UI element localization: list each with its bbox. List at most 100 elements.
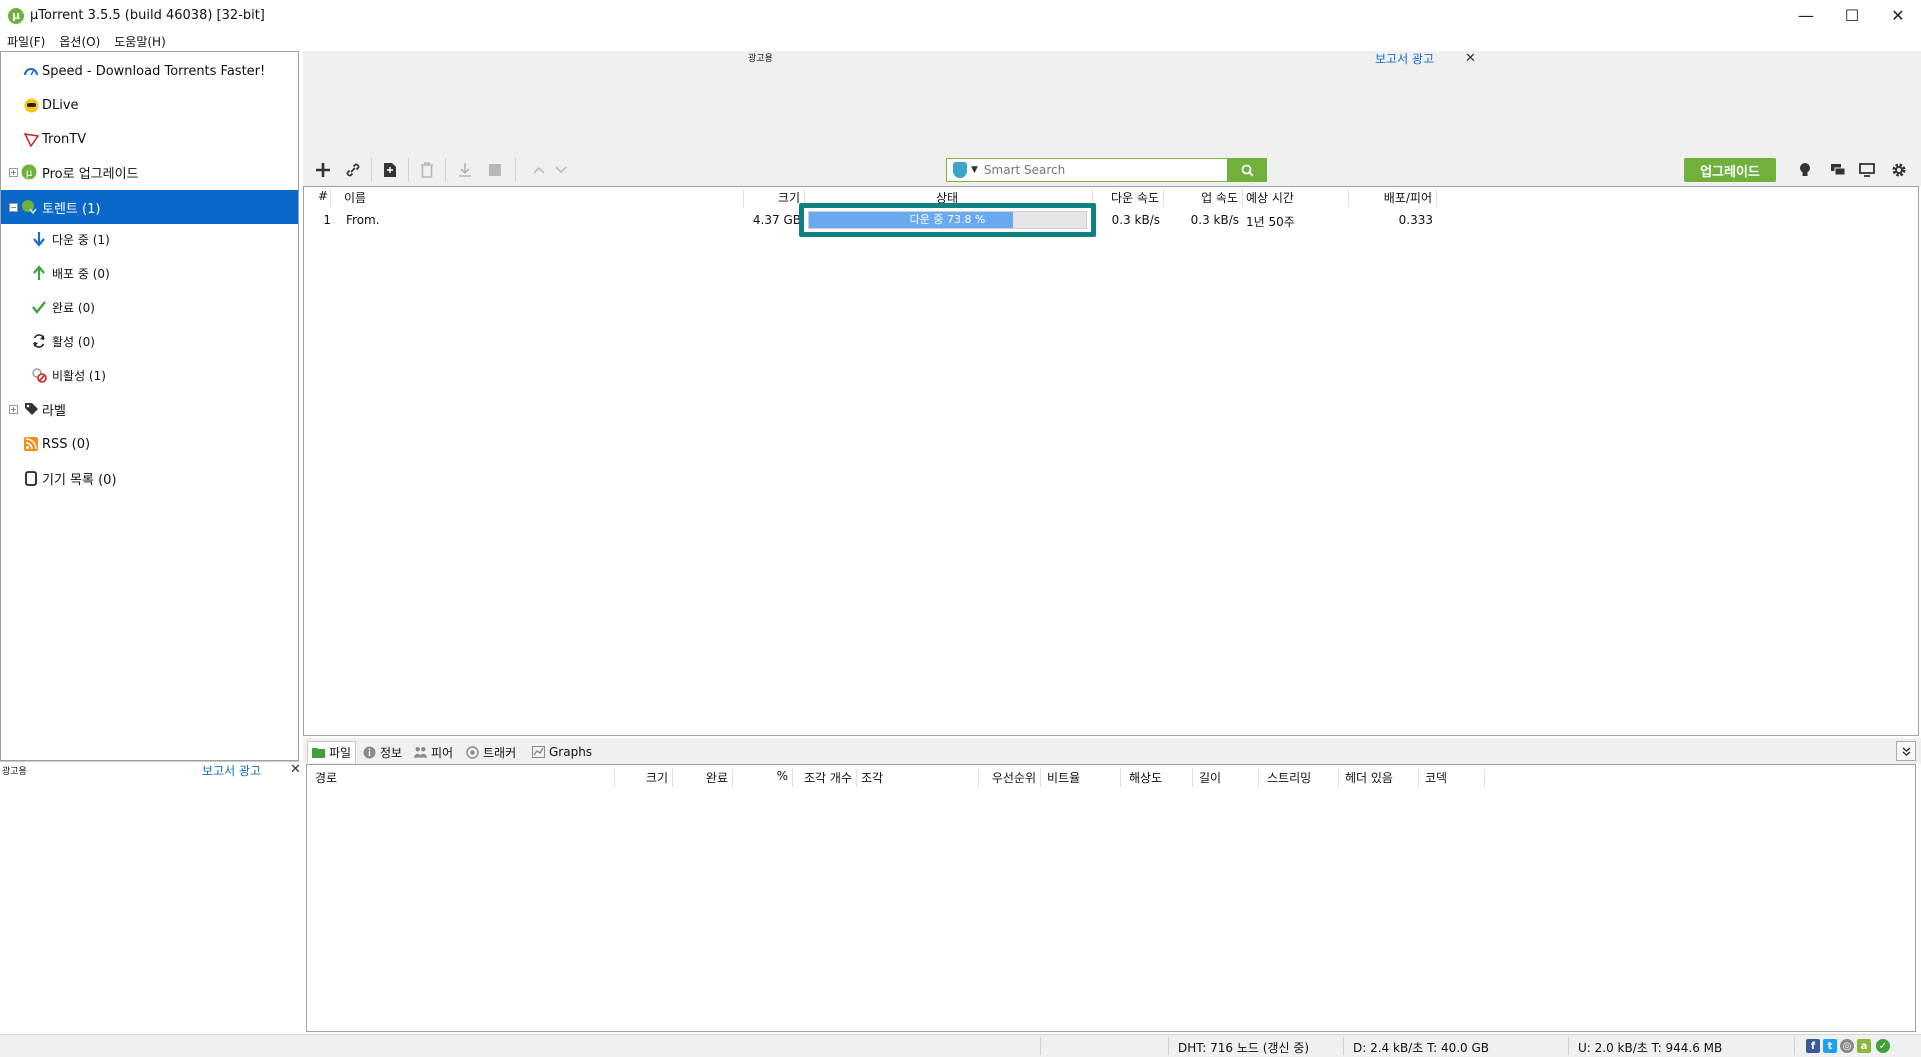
report-ad-link[interactable]: 보고서 광고 [1375, 50, 1434, 67]
remove-button[interactable] [415, 158, 439, 182]
column-codec[interactable]: 코덱 [1421, 769, 1485, 787]
tab-peers[interactable]: 피어 [410, 741, 457, 763]
details-tabs: 파일 정보 피어 트래커 Graphs [303, 738, 1921, 764]
feature-tips-button[interactable] [1793, 158, 1817, 182]
column-name[interactable]: 이름 [344, 189, 744, 207]
add-torrent-button[interactable] [311, 158, 335, 182]
maximize-button[interactable]: ☐ [1829, 0, 1875, 31]
column-bitrate[interactable]: 비트율 [1043, 769, 1121, 787]
sidebar-item-downloading[interactable]: 다운 중 (1) [1, 224, 298, 254]
status-text: 다운 중 73.8 % [909, 213, 986, 226]
sidebar-item-active[interactable]: 활성 (0) [1, 326, 298, 356]
utorrent-pro-icon: µ [21, 164, 37, 180]
sidebar-item-inactive[interactable]: 비활성 (1) [1, 360, 298, 390]
sidebar-item-speed[interactable]: Speed - Download Torrents Faster! [1, 56, 298, 86]
chat-button[interactable] [1826, 158, 1850, 182]
caret-down-icon[interactable]: ▼ [971, 165, 978, 175]
close-button[interactable]: ✕ [1875, 0, 1921, 31]
sidebar-item-label: RSS (0) [42, 436, 91, 452]
search-input[interactable] [983, 163, 1214, 177]
stop-button[interactable] [483, 158, 507, 182]
column-size[interactable]: 크기 [745, 189, 805, 207]
twitter-icon[interactable]: t [1823, 1039, 1837, 1053]
sidebar-item-devices[interactable]: 기기 목록 (0) [1, 463, 298, 493]
upgrade-button[interactable]: 업그레이드 [1684, 158, 1776, 182]
chevron-double-down-icon [1902, 747, 1910, 756]
close-ad-button[interactable]: ✕ [290, 762, 301, 777]
column-pieces-count[interactable]: 조각 개수 [795, 769, 857, 787]
search-icon [1241, 164, 1254, 177]
column-pieces[interactable]: 조각 [859, 769, 979, 787]
sidebar-item-pro-upgrade[interactable]: + µ Pro로 업그레이드 [1, 157, 298, 187]
column-resolution[interactable]: 해상도 [1123, 769, 1193, 787]
sidebar-item-torrents[interactable]: − 토렌트 (1) [1, 190, 298, 224]
smart-search-box[interactable]: ▼ [946, 158, 1230, 182]
android-icon[interactable]: a [1857, 1039, 1871, 1053]
globe-icon[interactable]: ◎ [1840, 1039, 1854, 1053]
create-torrent-button[interactable] [378, 158, 402, 182]
sidebar-ad: 광고용 보고서 광고 ✕ [0, 761, 301, 1028]
minimize-button[interactable]: — [1783, 0, 1829, 31]
sidebar-item-rss[interactable]: RSS (0) [1, 429, 298, 459]
column-priority[interactable]: 우선순위 [981, 769, 1041, 787]
column-size[interactable]: 크기 [617, 769, 673, 787]
column-down-speed[interactable]: 다운 속도 [1094, 189, 1164, 207]
sidebar-item-completed[interactable]: 완료 (0) [1, 292, 298, 322]
column-streaming[interactable]: 스트리밍 [1261, 769, 1339, 787]
tab-label: 피어 [431, 745, 454, 760]
sidebar-item-trontv[interactable]: TronTV [1, 124, 298, 154]
menu-file[interactable]: 파일(F) [0, 33, 52, 50]
top-ad-banner: 광고용 보고서 광고 ✕ [303, 51, 1921, 154]
menu-bar: 파일(F) 옵션(O) 도움말(H) [0, 31, 173, 51]
dht-status: DHT: 716 노드 (갱신 중) [1178, 1041, 1310, 1055]
window-title: µTorrent 3.5.5 (build 46038) [32-bit] [30, 8, 265, 23]
sidebar-item-label: DLive [42, 97, 79, 113]
column-has-header[interactable]: 헤더 있음 [1341, 769, 1419, 787]
add-link-button[interactable] [341, 158, 365, 182]
move-up-button[interactable] [527, 158, 551, 182]
menu-options[interactable]: 옵션(O) [52, 33, 107, 50]
column-length[interactable]: 길이 [1195, 769, 1259, 787]
sidebar: Speed - Download Torrents Faster! DLive … [0, 51, 299, 761]
trash-icon [421, 162, 433, 178]
column-number[interactable]: # [318, 189, 331, 207]
row-number: 1 [323, 213, 331, 227]
column-eta[interactable]: 예상 시간 [1246, 189, 1349, 207]
facebook-icon[interactable]: f [1806, 1039, 1820, 1053]
report-ad-link[interactable]: 보고서 광고 [202, 762, 261, 779]
column-completed[interactable]: 완료 [675, 769, 733, 787]
tab-graphs[interactable]: Graphs [528, 741, 596, 763]
start-download-button[interactable] [453, 158, 477, 182]
ratio: 0.333 [1398, 213, 1433, 227]
column-up-speed[interactable]: 업 속도 [1165, 189, 1243, 207]
expand-icon[interactable]: + [9, 404, 18, 414]
sidebar-item-seeding[interactable]: 배포 중 (0) [1, 258, 298, 288]
expand-icon[interactable]: + [9, 167, 18, 177]
collapse-details-button[interactable] [1896, 741, 1916, 761]
settings-button[interactable] [1887, 158, 1911, 182]
column-percent[interactable]: % [735, 769, 793, 787]
status-ok-icon[interactable]: ✓ [1876, 1039, 1890, 1053]
tab-files[interactable]: 파일 [307, 741, 357, 763]
collapse-icon[interactable]: − [9, 202, 18, 212]
peers-icon [414, 746, 427, 759]
sidebar-item-label: Pro로 업그레이드 [42, 166, 139, 182]
close-ad-button[interactable]: ✕ [1465, 51, 1476, 66]
column-ratio[interactable]: 배포/피어 [1350, 189, 1437, 207]
sidebar-item-labels[interactable]: + 라벨 [1, 394, 298, 424]
tab-trackers[interactable]: 트래커 [462, 741, 520, 763]
menu-help[interactable]: 도움말(H) [107, 33, 173, 50]
remote-button[interactable] [1855, 158, 1879, 182]
move-down-button[interactable] [549, 158, 573, 182]
chat-icon [1831, 164, 1846, 176]
search-button[interactable] [1227, 158, 1267, 182]
torrent-name: From. [346, 213, 380, 227]
column-path[interactable]: 경로 [315, 769, 615, 787]
status-progress-highlight: 다운 중 73.8 % [799, 203, 1096, 237]
sidebar-item-label: Speed - Download Torrents Faster! [42, 63, 266, 79]
sidebar-item-label: 활성 (0) [52, 334, 95, 349]
sidebar-item-dlive[interactable]: DLive [1, 90, 298, 120]
tab-info[interactable]: 정보 [359, 741, 406, 763]
tracker-icon [466, 745, 479, 759]
tab-label: Graphs [549, 745, 593, 759]
